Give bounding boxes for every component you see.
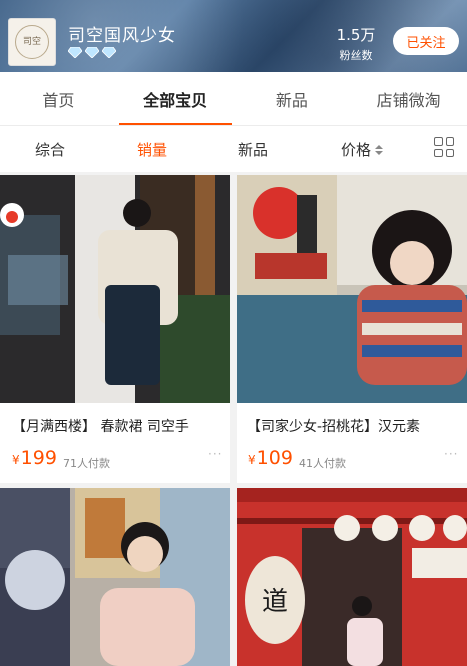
product-card[interactable]: 【司家少女-招桃花】汉元素 ¥ 109 41人付款 ···: [237, 175, 467, 483]
product-card[interactable]: 【月满西楼】 春款裙 司空手 ¥ 199 71人付款 ···: [0, 175, 230, 483]
shop-header: 司空 司空国风少女 1.5万 粉丝数 已关注: [0, 0, 467, 72]
price-value: 199: [20, 447, 57, 469]
product-card[interactable]: [0, 488, 230, 666]
diamond-icon: [85, 47, 99, 58]
product-title[interactable]: 【司家少女-招桃花】汉元素: [247, 416, 465, 436]
sort-comprehensive[interactable]: 综合: [35, 139, 65, 160]
fans-label: 粉丝数: [339, 49, 373, 62]
shop-name[interactable]: 司空国风少女: [68, 21, 176, 46]
product-card[interactable]: 道: [237, 488, 467, 666]
tab-shop-feed[interactable]: 店铺微淘: [350, 72, 467, 125]
fans-stat: 1.5万 粉丝数: [336, 24, 376, 63]
sort-price[interactable]: 价格: [341, 139, 384, 160]
svg-text:道: 道: [262, 587, 288, 617]
fans-count: 1.5万: [336, 26, 376, 44]
sort-new[interactable]: 新品: [238, 139, 268, 160]
product-image[interactable]: 道: [237, 488, 467, 666]
grid-view-icon[interactable]: [434, 137, 454, 157]
product-price: ¥ 109: [248, 447, 293, 469]
sort-sales[interactable]: 销量: [137, 139, 167, 160]
sort-price-label: 价格: [341, 141, 372, 159]
product-image[interactable]: [237, 175, 467, 403]
sold-count: 71人付款: [63, 457, 110, 470]
sort-bar: [0, 126, 467, 172]
sold-count: 41人付款: [299, 457, 346, 470]
follow-button[interactable]: 已关注: [393, 27, 459, 55]
product-image[interactable]: [0, 488, 230, 666]
tab-home[interactable]: 首页: [0, 72, 117, 125]
shop-rating: [68, 47, 116, 58]
diamond-icon: [68, 47, 82, 58]
shop-logo-mark: 司空: [15, 25, 49, 59]
tab-all-items[interactable]: 全部宝贝: [117, 72, 234, 125]
diamond-icon: [102, 47, 116, 58]
tab-new[interactable]: 新品: [234, 72, 351, 125]
sort-toggle-icon: [375, 144, 384, 155]
product-image[interactable]: [0, 175, 230, 403]
more-icon[interactable]: ···: [208, 447, 222, 461]
currency-symbol: ¥: [12, 453, 20, 467]
product-price: ¥ 199: [12, 447, 57, 469]
currency-symbol: ¥: [248, 453, 256, 467]
price-value: 109: [256, 447, 293, 469]
shop-tabs: 首页 全部宝贝 新品 店铺微淘: [0, 72, 467, 126]
more-icon[interactable]: ···: [444, 447, 458, 461]
product-title[interactable]: 【月满西楼】 春款裙 司空手: [12, 416, 227, 436]
shop-logo[interactable]: 司空: [8, 18, 56, 66]
